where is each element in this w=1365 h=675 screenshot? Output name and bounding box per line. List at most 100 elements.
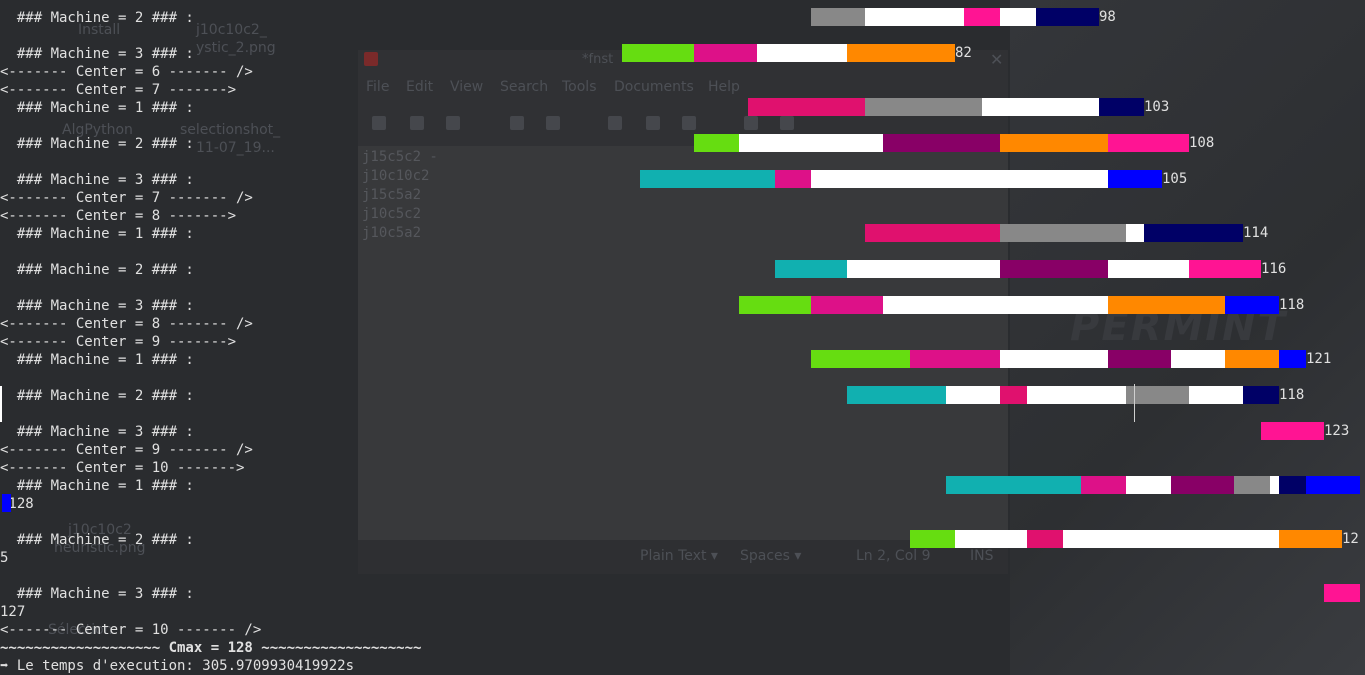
- execution-time-line: ➡ Le temps d'execution: 305.970993041992…: [0, 658, 355, 674]
- gantt-segment: [910, 350, 1000, 368]
- bg-menu-help: Help: [708, 79, 740, 95]
- bg-menu-tools: Tools: [562, 79, 597, 95]
- gantt-segment: [883, 134, 1000, 152]
- gantt-segment: [1000, 386, 1027, 404]
- gantt-segment: [1126, 386, 1189, 404]
- gantt-row: [0, 584, 1365, 602]
- gantt-row: 105: [0, 170, 1365, 188]
- gantt-row: 118: [0, 386, 1365, 404]
- gantt-segment: [1279, 530, 1342, 548]
- gantt-row: 121: [0, 350, 1365, 368]
- redo-icon: [546, 116, 560, 130]
- gantt-row-label: 105: [1162, 171, 1188, 187]
- cut-icon: [608, 116, 622, 130]
- gantt-row-label: 108: [1189, 135, 1215, 151]
- gantt-row: 12: [0, 530, 1365, 548]
- gantt-segment: [1306, 476, 1360, 494]
- terminal-line: <------- Center = 7 ------- />: [0, 190, 253, 206]
- gantt-row-label: 123: [1324, 423, 1350, 439]
- gantt-segment: [910, 530, 955, 548]
- terminal-line: <------- Center = 10 ------->: [0, 460, 245, 476]
- gantt-segment: [847, 44, 955, 62]
- gantt-segment: [1144, 224, 1243, 242]
- gantt-segment: [1225, 296, 1279, 314]
- gantt-row-label: 103: [1144, 99, 1170, 115]
- bg-menu-edit: Edit: [406, 79, 434, 95]
- gantt-row: 98: [0, 8, 1365, 26]
- gantt-segment: [748, 98, 865, 116]
- gantt-row-label: 118: [1279, 387, 1305, 403]
- terminal-line: <------- Center = 6 ------- />: [0, 64, 253, 80]
- gantt-segment: [1027, 530, 1063, 548]
- gantt-segment: [811, 296, 883, 314]
- gantt-segment: [1324, 584, 1360, 602]
- copy-icon: [646, 116, 660, 130]
- bg-menu-documents: Documents: [614, 79, 694, 95]
- gantt-segment: [1234, 476, 1270, 494]
- gantt-row-label: 118: [1279, 297, 1305, 313]
- gantt-row-label: 82: [955, 45, 972, 61]
- gantt-segment: [1108, 170, 1162, 188]
- terminal-line: <------- Center = 9 ------- />: [0, 442, 253, 458]
- gantt-segment: [1270, 476, 1279, 494]
- terminal-line: 5: [0, 550, 9, 566]
- gantt-segment: [1000, 224, 1126, 242]
- gantt-segment: [1099, 98, 1144, 116]
- bg-status-mode: INS: [970, 548, 994, 564]
- bg-status-language: Plain Text ▾: [640, 548, 718, 564]
- gantt-row-label: 114: [1243, 225, 1269, 241]
- gantt-segment: [1126, 476, 1171, 494]
- gantt-row: [0, 494, 1365, 512]
- terminal-line: <------- Center = 9 ------->: [0, 334, 237, 350]
- gantt-segment: [946, 476, 1081, 494]
- gantt-segment: [865, 224, 1000, 242]
- terminal-line: <------- Center = 8 ------- />: [0, 316, 253, 332]
- gantt-segment: [811, 350, 910, 368]
- gantt-segment: [1027, 386, 1126, 404]
- gantt-segment: [640, 170, 775, 188]
- terminal-line: <------- Center = 7 ------->: [0, 82, 237, 98]
- mouse-ibeam-cursor: [1134, 384, 1135, 422]
- gantt-row: 116: [0, 260, 1365, 278]
- bg-doc-line: j10c5c2: [362, 206, 422, 222]
- save-file-icon: [446, 116, 460, 130]
- gantt-segment: [982, 98, 1099, 116]
- gantt-segment: [883, 296, 1108, 314]
- find-icon: [744, 116, 758, 130]
- bg-menu-file: File: [366, 79, 390, 95]
- gantt-segment: [847, 260, 1000, 278]
- gantt-segment: [1081, 476, 1126, 494]
- gantt-segment: [757, 44, 847, 62]
- gantt-segment: [1171, 350, 1225, 368]
- gantt-segment: [1000, 134, 1108, 152]
- gantt-row-label: 12: [1342, 531, 1359, 547]
- gantt-segment: [694, 44, 757, 62]
- gantt-segment: [2, 494, 11, 512]
- bg-status-indent: Spaces ▾: [740, 548, 802, 564]
- gantt-row-label: 116: [1261, 261, 1287, 277]
- gantt-segment: [622, 44, 694, 62]
- gantt-segment: [946, 386, 1000, 404]
- gantt-segment: [1036, 8, 1099, 26]
- gantt-segment: [1243, 386, 1279, 404]
- new-file-icon: [372, 116, 386, 130]
- gantt-segment: [1063, 530, 1279, 548]
- gantt-segment: [811, 170, 1108, 188]
- gantt-row: 103: [0, 98, 1365, 116]
- gantt-segment: [739, 134, 883, 152]
- gantt-segment: [1108, 260, 1189, 278]
- gantt-segment: [1108, 296, 1225, 314]
- gantt-segment: [1126, 224, 1144, 242]
- gantt-segment: [1000, 8, 1036, 26]
- terminal-line: <------- Center = 8 ------->: [0, 208, 237, 224]
- gantt-segment: [739, 296, 811, 314]
- bg-menu-view: View: [450, 79, 484, 95]
- gantt-row-label: 98: [1099, 9, 1116, 25]
- gantt-row: 108: [0, 134, 1365, 152]
- gantt-segment: [1171, 476, 1234, 494]
- gantt-row: 82: [0, 44, 1365, 62]
- gantt-segment: [865, 98, 982, 116]
- undo-icon: [510, 116, 524, 130]
- gantt-segment: [964, 8, 1000, 26]
- gantt-row: 123: [0, 422, 1365, 440]
